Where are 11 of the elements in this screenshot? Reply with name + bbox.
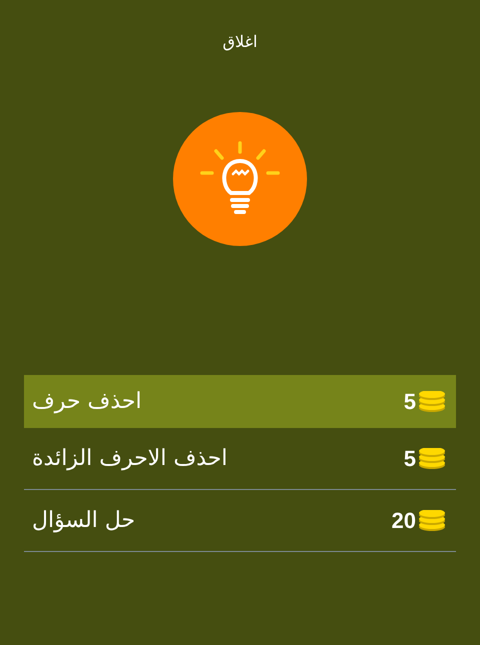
- option-label: احذف حرف: [32, 389, 142, 414]
- light-bulb-icon: [198, 141, 282, 217]
- close-button[interactable]: اغلاق: [222, 30, 258, 54]
- coin-cost: 20: [392, 508, 416, 534]
- coins-icon: [418, 448, 446, 470]
- coins-icon: [418, 390, 446, 412]
- coin-cost: 5: [404, 388, 416, 414]
- option-label: احذف الاحرف الزائدة: [32, 446, 228, 471]
- coin-cost: 5: [404, 446, 416, 472]
- option-label: حل السؤال: [32, 508, 136, 533]
- coins-icon: [418, 510, 446, 532]
